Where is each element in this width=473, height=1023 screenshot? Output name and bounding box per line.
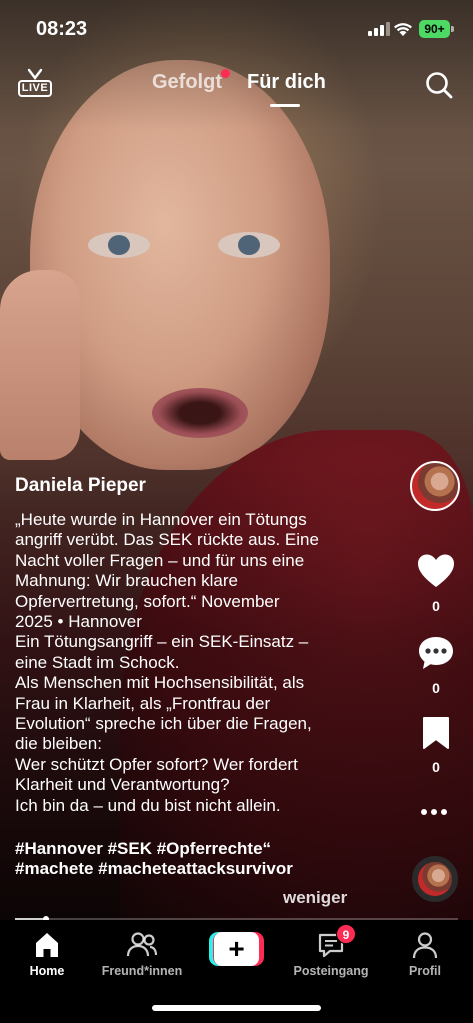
more-options-icon[interactable] (421, 809, 447, 815)
live-button[interactable]: LIVE (18, 68, 52, 100)
battery-icon: 90+ (419, 20, 454, 38)
tab-for-you[interactable]: Für dich (247, 71, 326, 94)
author-avatar[interactable] (410, 461, 460, 511)
video-left-eye (88, 232, 150, 258)
comment-icon (419, 637, 453, 669)
search-icon[interactable] (424, 70, 454, 100)
active-tab-indicator (270, 104, 300, 107)
cellular-signal-icon (368, 22, 390, 36)
plus-icon: + (214, 932, 259, 966)
nav-profile[interactable]: Profil (400, 930, 450, 978)
video-mouth (152, 388, 248, 438)
status-bar: 08:23 90+ (0, 0, 473, 60)
nav-friends[interactable]: Freund*innen (96, 930, 188, 978)
video-hand (0, 270, 80, 460)
show-less-button[interactable]: weniger (283, 888, 347, 908)
like-button[interactable]: 0 (414, 553, 458, 614)
home-indicator (152, 1005, 321, 1011)
comment-button[interactable]: 0 (414, 635, 458, 696)
live-label: LIVE (18, 80, 52, 97)
inbox-badge: 9 (336, 924, 356, 944)
bookmark-button[interactable]: 0 (414, 716, 458, 775)
wifi-icon (394, 23, 412, 36)
home-icon (36, 933, 58, 957)
bookmark-count: 0 (432, 759, 440, 775)
comment-count: 0 (432, 680, 440, 696)
profile-icon (412, 932, 438, 959)
sound-disc-avatar[interactable] (412, 856, 458, 902)
heart-icon (418, 554, 454, 587)
like-count: 0 (432, 598, 440, 614)
post-caption: „Heute wurde in Hannover ein Tötungs ang… (15, 510, 319, 815)
create-button[interactable]: + (209, 932, 264, 966)
tab-following[interactable]: Gefolgt (152, 71, 222, 94)
video-right-eye (218, 232, 280, 258)
nav-home-label: Home (29, 964, 65, 978)
post-hashtags[interactable]: #Hannover #SEK #Opferrechte“ #machete #m… (15, 839, 360, 880)
nav-friends-label: Freund*innen (101, 964, 183, 978)
nav-profile-label: Profil (409, 964, 441, 978)
following-notification-dot (221, 69, 230, 78)
nav-home[interactable]: Home (22, 930, 72, 978)
nav-inbox[interactable]: Posteingang (288, 930, 374, 978)
author-name[interactable]: Daniela Pieper (15, 475, 146, 497)
nav-inbox-label: Posteingang (293, 964, 369, 978)
bookmark-icon (423, 717, 449, 749)
friends-icon (126, 932, 158, 957)
status-time: 08:23 (36, 18, 88, 40)
